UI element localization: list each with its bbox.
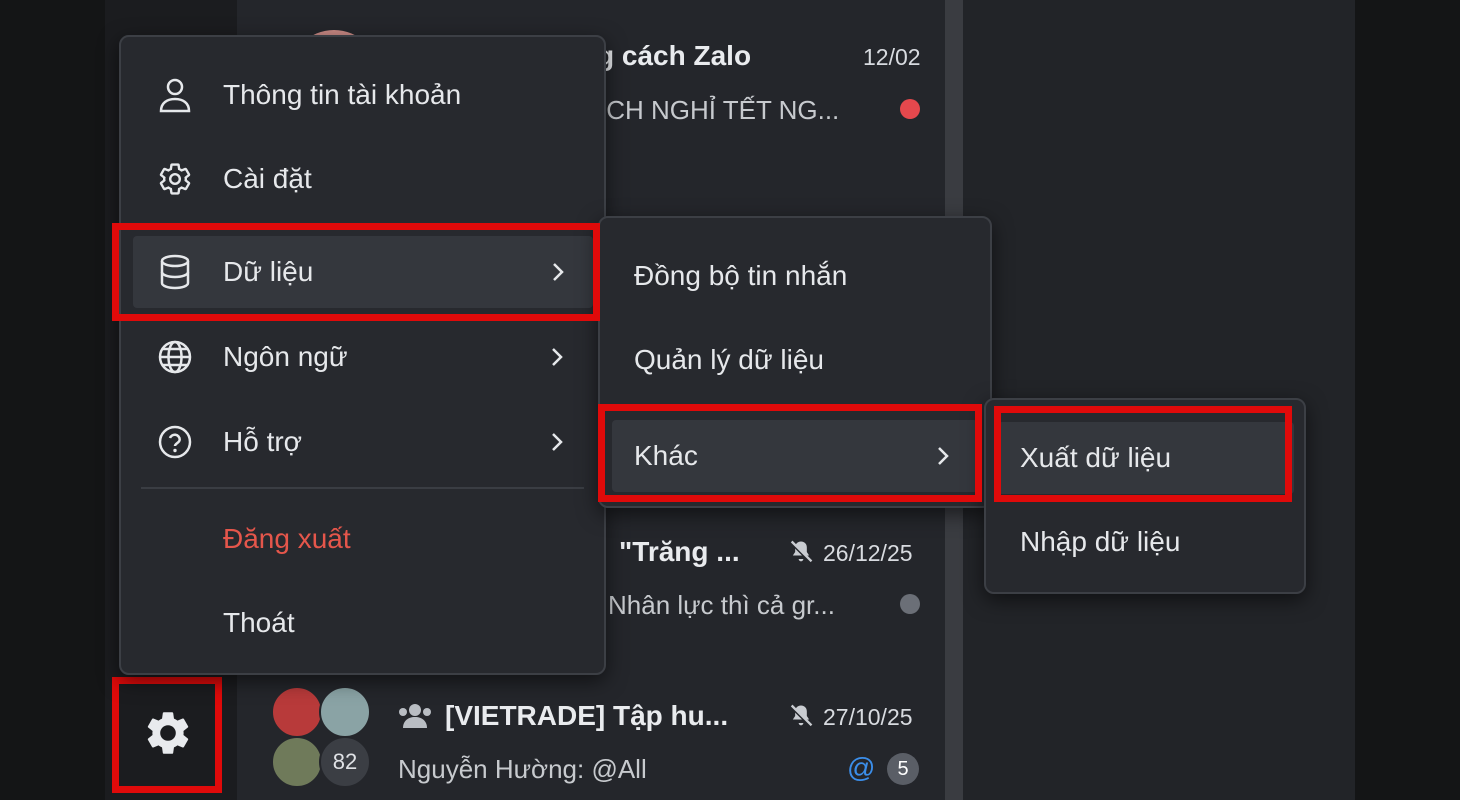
menu-item-manage-data[interactable]: Quản lý dữ liệu [600, 324, 990, 396]
other-submenu: Xuất dữ liệu Nhập dữ liệu [984, 398, 1306, 594]
member-count-badge: 82 [319, 736, 371, 788]
settings-button[interactable] [127, 694, 209, 776]
settings-menu: Thông tin tài khoản Cài đặt Dữ liệu Ngôn… [119, 35, 606, 675]
menu-item-label: Đồng bộ tin nhắn [634, 260, 848, 291]
menu-item-label: Cài đặt [223, 163, 312, 194]
database-icon [157, 254, 193, 290]
status-dot [900, 594, 920, 614]
menu-item-export-data[interactable]: Xuất dữ liệu [998, 422, 1294, 494]
background-right [1355, 0, 1460, 800]
menu-item-label: Đăng xuất [223, 523, 351, 554]
menu-item-label: Nhập dữ liệu [1020, 526, 1181, 557]
conversation-title: g cách Zalo [597, 40, 752, 71]
conversation-preview: Nhân lực thì cả gr... [608, 590, 835, 620]
menu-item-exit[interactable]: Thoát [121, 587, 604, 659]
gear-icon [142, 707, 194, 764]
menu-item-language[interactable]: Ngôn ngữ [121, 321, 604, 393]
menu-item-logout[interactable]: Đăng xuất [121, 503, 604, 575]
group-avatar: 82 [271, 686, 375, 790]
conversation-date: 27/10/25 [823, 704, 913, 730]
gear-icon [157, 161, 193, 197]
member-count: 82 [332, 749, 358, 774]
unread-dot [900, 99, 920, 119]
menu-item-label: Hỗ trợ [223, 426, 303, 457]
menu-item-settings[interactable]: Cài đặt [121, 143, 604, 215]
chevron-right-icon [934, 441, 952, 471]
menu-item-label: Thông tin tài khoản [223, 79, 462, 110]
conversation-item[interactable]: 82 [VIETRADE] Tập hu... 27/10/25 Nguyễn … [237, 680, 945, 800]
conversation-date: 12/02 [863, 44, 921, 70]
chevron-right-icon [548, 342, 566, 372]
conversation-preview: ỊCH NGHỈ TẾT NG... [599, 95, 840, 125]
group-icon [397, 702, 433, 730]
menu-item-label: Quản lý dữ liệu [634, 344, 824, 375]
data-submenu: Đồng bộ tin nhắn Quản lý dữ liệu Khác [598, 216, 992, 508]
background-left [0, 0, 105, 800]
menu-item-support[interactable]: Hỗ trợ [121, 406, 604, 478]
menu-item-other[interactable]: Khác [612, 420, 978, 492]
muted-bell-icon [787, 538, 815, 566]
conversation-date: 26/12/25 [823, 540, 913, 566]
settings-button-highlight [112, 677, 222, 793]
conversation-preview: Nguyễn Hường: @All [398, 754, 647, 784]
menu-item-label: Thoát [223, 607, 295, 638]
member-avatar [319, 686, 371, 738]
menu-item-data[interactable]: Dữ liệu [133, 236, 593, 308]
conversation-title: [VIETRADE] Tập hu... [445, 700, 729, 731]
unread-count: 5 [897, 757, 909, 780]
muted-bell-icon [787, 702, 815, 730]
chevron-right-icon [549, 257, 567, 287]
unread-count-badge: 5 [887, 753, 919, 785]
mention-icon: @ [847, 752, 876, 783]
member-avatar [271, 736, 323, 788]
conversation-title: "Trăng ... [619, 536, 740, 567]
globe-icon [157, 339, 193, 375]
menu-item-label: Ngôn ngữ [223, 341, 348, 372]
member-avatar [271, 686, 323, 738]
menu-item-sync-messages[interactable]: Đồng bộ tin nhắn [600, 240, 990, 312]
user-icon [157, 77, 193, 113]
menu-item-import-data[interactable]: Nhập dữ liệu [986, 506, 1304, 578]
menu-item-label: Xuất dữ liệu [1020, 442, 1172, 473]
chevron-right-icon [548, 427, 566, 457]
help-icon [157, 424, 193, 460]
menu-item-label: Dữ liệu [223, 256, 314, 287]
menu-divider [141, 487, 584, 489]
menu-item-account-info[interactable]: Thông tin tài khoản [121, 59, 604, 131]
menu-item-label: Khác [634, 440, 698, 471]
